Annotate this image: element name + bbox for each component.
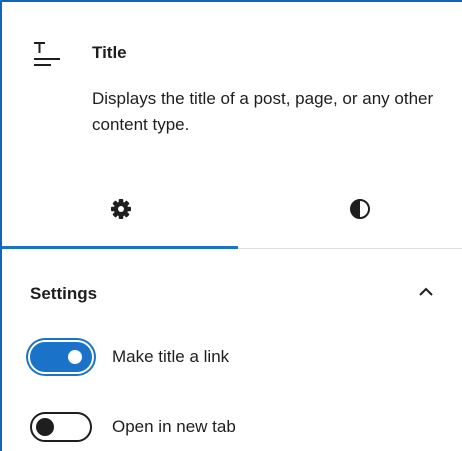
- settings-section-title: Settings: [30, 284, 98, 303]
- open-new-tab-label[interactable]: Open in new tab: [112, 417, 236, 437]
- open-new-tab-row: Open in new tab: [2, 408, 462, 448]
- chevron-up-icon: [416, 282, 436, 307]
- active-tab-indicator: [2, 246, 238, 249]
- block-card: Title Displays the title of a post, page…: [2, 2, 462, 170]
- block-description: Displays the title of a post, page, or a…: [92, 89, 434, 134]
- inspector-tabs: [2, 170, 462, 249]
- tab-settings[interactable]: [2, 170, 238, 249]
- open-new-tab-toggle[interactable]: [30, 412, 92, 442]
- settings-section-toggle[interactable]: Settings: [2, 272, 462, 316]
- tab-styles[interactable]: [232, 170, 462, 248]
- make-title-link-row: Make title a link: [2, 338, 462, 378]
- half-circle-contrast-icon: [350, 199, 370, 219]
- block-title: Title: [92, 43, 127, 62]
- toggle-knob: [68, 350, 82, 364]
- toggle-knob: [36, 418, 54, 436]
- make-title-link-label[interactable]: Make title a link: [112, 347, 229, 367]
- make-title-link-toggle[interactable]: [30, 342, 92, 372]
- gear-icon: [111, 199, 131, 219]
- block-inspector-panel: Title Displays the title of a post, page…: [0, 0, 462, 451]
- title-icon: [32, 42, 66, 72]
